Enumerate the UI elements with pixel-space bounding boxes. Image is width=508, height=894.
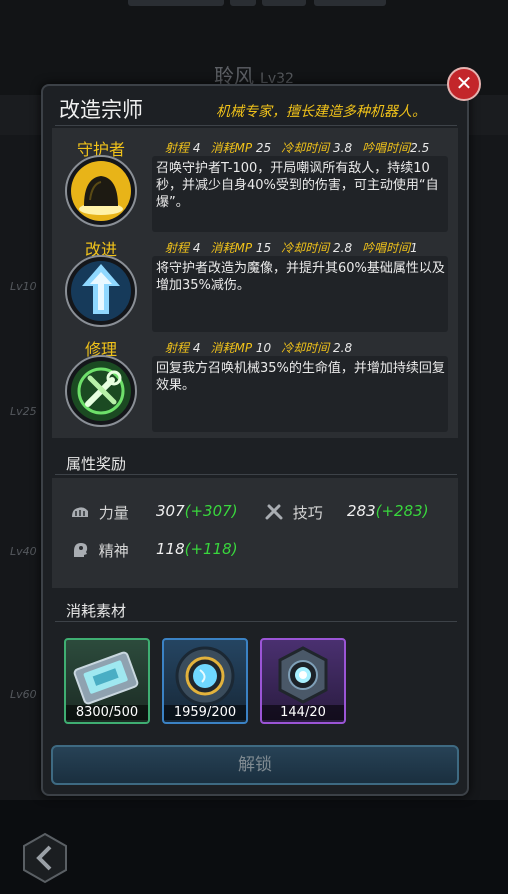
material-count: 144/20	[262, 705, 344, 720]
material-slot[interactable]: 1959/200	[162, 638, 248, 724]
bg-tab	[314, 0, 386, 6]
skill-description: 将守护者改造为魔像，并提升其60%基础属性以及增加35%减伤。	[156, 261, 445, 293]
level-marker: Lv40	[10, 545, 37, 558]
attribute-strength: 力量	[70, 502, 129, 523]
wrench-repair-icon	[65, 355, 137, 427]
divider	[55, 474, 457, 475]
unlock-button[interactable]: 解锁	[51, 745, 459, 785]
skill-stats: 射程 4 消耗MP 25 冷却时间 3.8 吟唱时间2.5	[165, 141, 430, 155]
back-arrow-icon[interactable]	[22, 832, 68, 884]
skill-row[interactable]: 修理 射程 4 消耗MP 10 冷却时间 2.8 回复我方召唤机械35%的生命值，并…	[52, 332, 458, 432]
level-marker: Lv25	[10, 405, 37, 418]
bg-tab	[128, 0, 224, 6]
level-marker: Lv10	[10, 280, 37, 293]
material-count: 1959/200	[164, 705, 246, 720]
materials-title: 消耗素材	[66, 602, 127, 620]
attributes-panel	[52, 478, 458, 588]
skill-stats: 射程 4 消耗MP 10 冷却时间 2.8	[165, 341, 353, 355]
spirit-head-icon	[74, 543, 88, 557]
dialog-title: 改造宗师	[59, 98, 143, 122]
attributes-title: 属性奖励	[66, 455, 127, 473]
material-slot[interactable]: 8300/500	[64, 638, 150, 724]
attribute-skill: 技巧	[264, 502, 323, 523]
divider	[55, 621, 457, 622]
chip-card-icon	[73, 651, 139, 705]
skill-description: 召唤守护者T-100，开局嘲讽所有敌人，持续10秒，并减少自身40%受到的伤害，…	[156, 161, 439, 210]
mech-core-blue-icon	[175, 646, 235, 706]
skill-description: 回复我方召唤机械35%的生命值，并增加持续回复效果。	[156, 361, 445, 393]
attribute-spirit: 精神	[70, 540, 129, 561]
skill-stats: 射程 4 消耗MP 15 冷却时间 2.8 吟唱时间1	[165, 241, 418, 255]
skill-list: 守护者 射程 4 消耗MP 25 冷却时间 3.8 吟唱时间2.5 召唤守护者T-10…	[52, 128, 458, 438]
material-slot[interactable]: 144/20	[260, 638, 346, 724]
skill-row[interactable]: 改进 射程 4 消耗MP 15 冷却时间 2.8 吟唱时间1 将守护者改造为魔像，并提…	[52, 232, 458, 332]
divider	[55, 125, 457, 126]
attribute-skill-value: 283(+283)	[347, 502, 429, 520]
upgrade-arrow-icon	[65, 255, 137, 327]
dialog-subtitle: 机械专家，擅长建造多种机器人。	[216, 104, 426, 120]
dome-guardian-icon	[65, 155, 137, 227]
skill-tools-icon	[265, 504, 283, 520]
mech-core-purple-icon	[278, 646, 328, 704]
attribute-spirit-value: 118(+118)	[156, 540, 238, 558]
material-count: 8300/500	[66, 705, 148, 720]
bg-tab	[230, 0, 256, 6]
attribute-strength-value: 307(+307)	[156, 502, 238, 520]
strength-fist-icon	[72, 507, 88, 517]
skill-row[interactable]: 守护者 射程 4 消耗MP 25 冷却时间 3.8 吟唱时间2.5 召唤守护者T-10…	[52, 132, 458, 232]
level-marker: Lv60	[10, 688, 37, 701]
close-icon[interactable]: ✕	[447, 67, 481, 101]
bg-tab	[262, 0, 306, 6]
